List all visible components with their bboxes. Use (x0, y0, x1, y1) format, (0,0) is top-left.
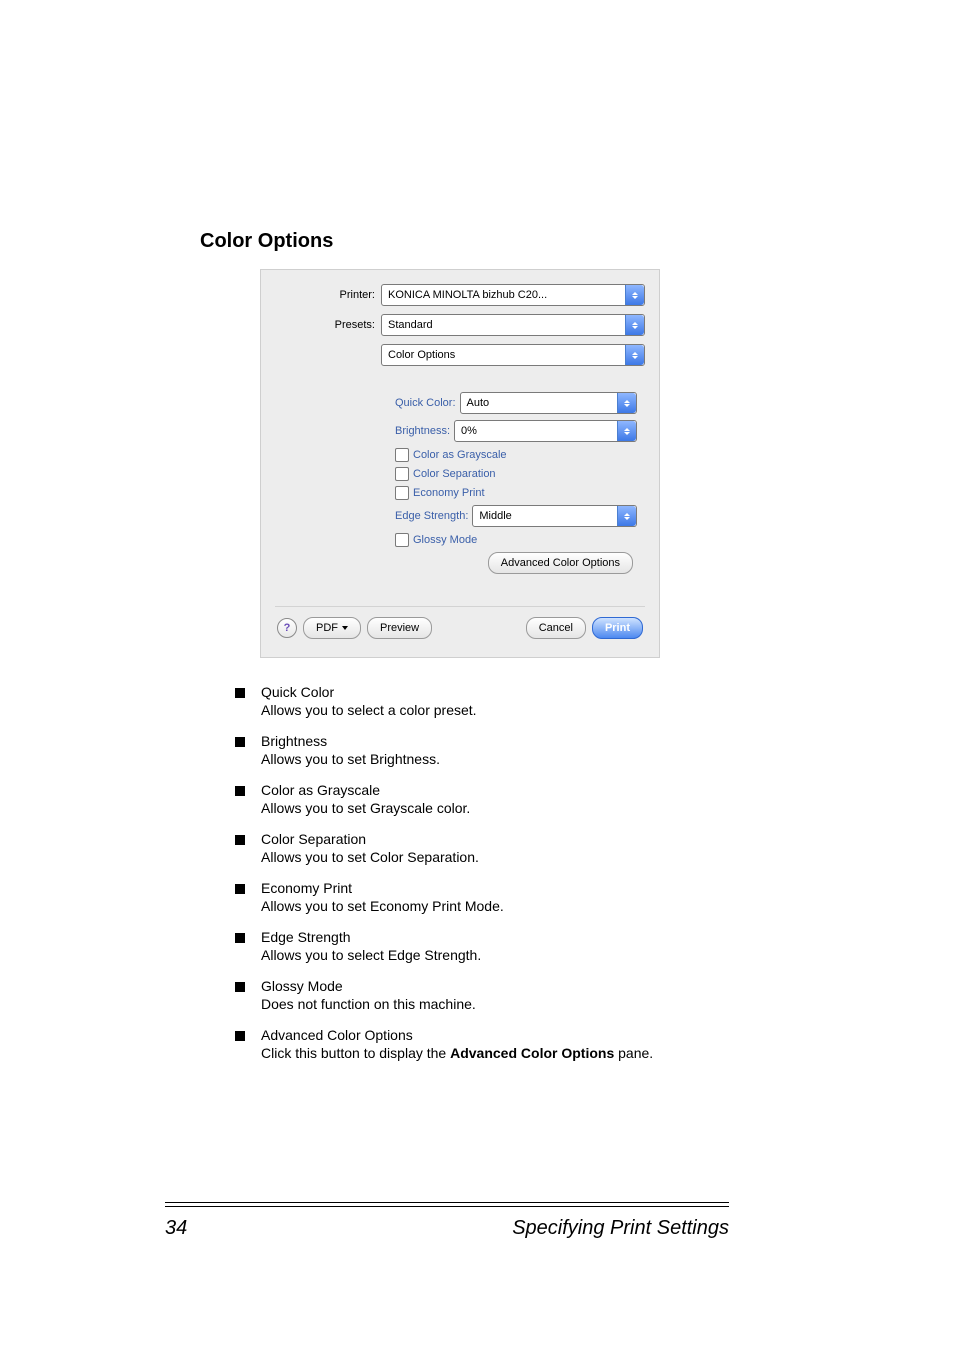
color-separation-label: Color Separation (413, 468, 496, 480)
brightness-value: 0% (455, 425, 617, 437)
section-heading: Color Options (200, 230, 754, 253)
chevron-up-down-icon (617, 421, 636, 441)
printer-value: KONICA MINOLTA bizhub C20... (382, 289, 625, 301)
list-item: Color as Grayscale Allows you to set Gra… (235, 782, 754, 817)
list-item: Quick Color Allows you to select a color… (235, 684, 754, 719)
item-title: Glossy Mode (261, 978, 343, 994)
list-item: Brightness Allows you to set Brightness. (235, 733, 754, 768)
edge-strength-select[interactable]: Middle (472, 505, 637, 527)
item-desc: Allows you to set Brightness. (261, 751, 754, 769)
item-desc: Does not function on this machine. (261, 996, 754, 1014)
chevron-up-down-icon (625, 345, 644, 365)
pdf-button-label: PDF (316, 622, 338, 634)
brightness-select[interactable]: 0% (454, 420, 637, 442)
chevron-up-down-icon (617, 393, 636, 413)
list-item: Glossy Mode Does not function on this ma… (235, 978, 754, 1013)
list-item: Advanced Color Options Click this button… (235, 1027, 754, 1062)
presets-select[interactable]: Standard (381, 314, 645, 336)
presets-value: Standard (382, 319, 625, 331)
panel-select[interactable]: Color Options (381, 344, 645, 366)
color-as-grayscale-label: Color as Grayscale (413, 449, 507, 461)
cancel-button[interactable]: Cancel (526, 617, 586, 639)
economy-print-checkbox[interactable] (395, 486, 409, 500)
glossy-mode-label: Glossy Mode (413, 534, 477, 546)
item-title: Quick Color (261, 684, 334, 700)
item-title: Color as Grayscale (261, 782, 380, 798)
page-number: 34 (165, 1217, 187, 1240)
list-item: Color Separation Allows you to set Color… (235, 831, 754, 866)
presets-label: Presets: (275, 319, 381, 331)
preview-button[interactable]: Preview (367, 617, 432, 639)
color-separation-checkbox[interactable] (395, 467, 409, 481)
advanced-color-options-button[interactable]: Advanced Color Options (488, 552, 633, 574)
item-desc: Click this button to display the Advance… (261, 1045, 754, 1063)
quick-color-select[interactable]: Auto (460, 392, 637, 414)
print-button[interactable]: Print (592, 617, 643, 639)
color-as-grayscale-checkbox[interactable] (395, 448, 409, 462)
quick-color-label: Quick Color: (395, 397, 456, 409)
quick-color-value: Auto (461, 397, 617, 409)
item-desc: Allows you to set Color Separation. (261, 849, 754, 867)
item-title: Color Separation (261, 831, 366, 847)
print-dialog: Printer: KONICA MINOLTA bizhub C20... Pr… (260, 269, 660, 658)
printer-select[interactable]: KONICA MINOLTA bizhub C20... (381, 284, 645, 306)
chevron-up-down-icon (625, 315, 644, 335)
item-desc: Allows you to set Economy Print Mode. (261, 898, 754, 916)
edge-strength-label: Edge Strength: (395, 510, 468, 522)
item-title: Brightness (261, 733, 327, 749)
pdf-button[interactable]: PDF (303, 617, 361, 639)
chapter-title: Specifying Print Settings (512, 1217, 729, 1240)
separator (275, 606, 645, 607)
economy-print-label: Economy Print (413, 487, 485, 499)
list-item: Economy Print Allows you to set Economy … (235, 880, 754, 915)
panel-value: Color Options (382, 349, 625, 361)
item-desc: Allows you to set Grayscale color. (261, 800, 754, 818)
help-button[interactable]: ? (277, 618, 297, 638)
item-title: Economy Print (261, 880, 352, 896)
brightness-label: Brightness: (395, 425, 450, 437)
chevron-down-icon (342, 626, 348, 630)
print-button-label: Print (605, 622, 630, 634)
item-desc: Allows you to select Edge Strength. (261, 947, 754, 965)
chevron-up-down-icon (617, 506, 636, 526)
chevron-up-down-icon (625, 285, 644, 305)
advanced-color-options-label: Advanced Color Options (501, 557, 620, 569)
glossy-mode-checkbox[interactable] (395, 533, 409, 547)
option-description-list: Quick Color Allows you to select a color… (235, 684, 754, 1062)
item-title: Advanced Color Options (261, 1027, 413, 1043)
edge-strength-value: Middle (473, 510, 617, 522)
list-item: Edge Strength Allows you to select Edge … (235, 929, 754, 964)
cancel-button-label: Cancel (539, 622, 573, 634)
preview-button-label: Preview (380, 622, 419, 634)
item-desc: Allows you to select a color preset. (261, 702, 754, 720)
item-title: Edge Strength (261, 929, 351, 945)
page-footer: 34 Specifying Print Settings (165, 1202, 729, 1240)
printer-label: Printer: (275, 289, 381, 301)
